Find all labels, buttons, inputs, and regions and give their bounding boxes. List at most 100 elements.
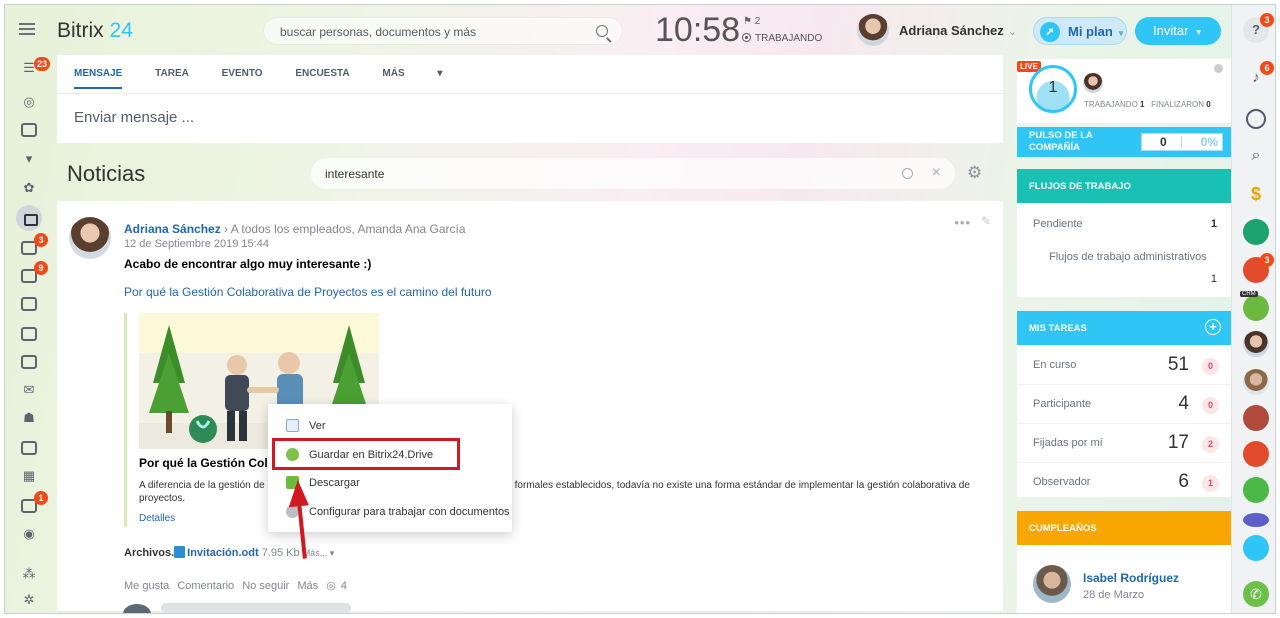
like-button[interactable]: Me gusta [124,580,169,592]
tasks-title[interactable]: MIS TAREAS + [1017,311,1231,345]
gear-icon [286,505,299,518]
tab-event[interactable]: EVENTO [222,68,263,79]
calendar-grid-icon[interactable] [21,297,37,311]
feed-post: Adriana Sánchez › A todos los empleados,… [57,201,1003,613]
online-counter: 1 [1029,65,1077,113]
views-count: ◎ 4 [326,580,347,592]
tasks-icon[interactable] [1243,405,1269,431]
feed-filter-input[interactable]: interesante × [311,158,955,189]
tab-task[interactable]: TAREA [155,68,189,79]
user-avatar[interactable] [857,14,889,46]
help-icon[interactable] [1214,64,1223,73]
details-link[interactable]: Detalles [139,513,175,524]
calendar-icon[interactable] [21,123,37,137]
settings-icon[interactable]: ✲ [21,593,37,607]
lock-icon[interactable] [1243,219,1269,245]
task-row-set-by-me[interactable]: Fijadas por mí 17 2 [1017,425,1231,463]
post-date[interactable]: 12 de Septiembre 2019 15:44 [124,238,269,250]
search-input[interactable]: buscar personas, documentos y más [263,17,623,45]
sitemap-icon[interactable]: ⁂ [21,567,37,581]
dollar-icon[interactable]: $ [1243,181,1269,207]
admin-workflows-value: 1 [1210,273,1217,285]
preview-title[interactable]: Por qué la Gestión Colab [139,456,282,470]
nav-badge: 9 [34,261,48,275]
clock[interactable]: 10:58 [655,11,740,50]
search-icon[interactable]: ⌕ [1243,143,1269,169]
birthday-name[interactable]: Isabel Rodríguez [1083,571,1179,585]
cart-icon[interactable]: ▾ [21,152,37,166]
logo[interactable]: Bitrix 24 [57,19,133,43]
flag-counter[interactable]: ⚑ 2 [743,16,760,27]
task-row-observer[interactable]: Observador 6 1 [1017,464,1231,502]
screen-share-icon[interactable] [1243,535,1269,561]
contact-avatar[interactable] [1243,369,1269,395]
app-window: Bitrix 24 buscar personas, documentos y … [4,4,1276,614]
birthdays-card: CUMPLEAÑOS Isabel Rodríguez 28 de Marzo [1017,511,1231,613]
avatar[interactable] [1083,73,1103,93]
birthdays-title[interactable]: CUMPLEAÑOS [1017,511,1231,545]
tab-more[interactable]: MÁS ▾ [382,68,442,79]
more-icon[interactable]: ••• [954,215,971,230]
calendar-icon[interactable] [1243,513,1269,527]
post-link[interactable]: Por qué la Gestión Colaborativa de Proye… [124,285,492,299]
author-avatar[interactable] [69,217,111,259]
users-icon[interactable] [1243,477,1269,503]
crm-icon[interactable] [1243,295,1269,321]
work-status[interactable]: TRABAJANDO [742,33,822,44]
puzzle-icon[interactable]: ✿ [21,181,37,195]
flag-icon: ⚑ [743,16,752,27]
message-input[interactable]: Enviar mensaje ... [74,109,194,126]
more-button[interactable]: Más [297,580,318,592]
contacts-icon[interactable] [21,441,37,455]
user-icon[interactable] [1243,441,1269,467]
pending-label[interactable]: Pendiente [1033,218,1083,230]
drive-icon[interactable] [21,355,37,369]
file-size: 7.95 Kb [261,547,300,559]
tab-message[interactable]: MENSAJE [74,68,123,89]
close-icon[interactable]: × [932,164,941,182]
comment-button[interactable]: Comentario [177,580,234,592]
phone-icon[interactable]: ✆ [1243,581,1269,607]
menu-item-download[interactable]: Descargar [286,476,360,489]
add-task-icon[interactable]: + [1205,319,1221,335]
apps-grid-icon[interactable]: ▦ [21,469,37,483]
author-link[interactable]: Adriana Sánchez [124,222,221,236]
task-row-in-progress[interactable]: En curso 51 0 [1017,347,1231,385]
nav-badge: 23 [34,57,51,71]
pin-icon[interactable]: ✎ [981,214,991,228]
chevron-down-icon: ⌄ [1007,26,1017,38]
more-circle-icon[interactable]: ◉ [21,527,37,541]
unfollow-button[interactable]: No seguir [242,580,289,592]
invite-button[interactable]: Invitar ▾ [1135,17,1221,45]
mail-icon[interactable]: ✉ [21,383,37,397]
file-link[interactable]: Invitación.odt [187,547,259,559]
birthday-avatar[interactable] [1033,565,1071,603]
pending-value: 1 [1210,218,1217,230]
eye-icon: ◎ [326,580,336,592]
workflows-title[interactable]: FLUJOS DE TRABAJO [1017,169,1231,203]
groups-icon[interactable]: ☗ [21,411,37,425]
admin-workflows-label[interactable]: Flujos de trabajo administrativos [1049,251,1207,263]
download-icon [286,476,299,489]
search-icon[interactable] [902,168,913,179]
my-plan-button[interactable]: ➚ Mi plan ▾ [1033,17,1127,45]
menu-item-view[interactable]: Ver [286,419,326,432]
timeman-card[interactable]: LIVE 1 TRABAJANDO 1 FINALIZARON 0 [1017,59,1231,123]
document-icon[interactable] [21,327,37,341]
news-feed-icon[interactable] [16,205,42,231]
tab-poll[interactable]: ENCUESTA [295,68,349,79]
contact-avatar[interactable] [1243,331,1269,357]
task-row-participant[interactable]: Participante 4 0 [1017,386,1231,424]
page-title: Noticias [67,161,146,186]
user-menu[interactable]: Adriana Sánchez ⌄ [899,23,1017,38]
rocket-icon: ➚ [1040,22,1060,42]
target-icon[interactable]: ◎ [21,95,37,109]
chevron-down-icon: ▾ [1118,28,1124,38]
messages-icon[interactable] [1246,109,1266,129]
menu-item-configure[interactable]: Configurar para trabajar con documentos [286,505,510,518]
gear-icon[interactable]: ⚙ [967,163,982,183]
file-more-button[interactable]: Más... ▾ [303,548,335,558]
company-pulse[interactable]: PULSO DE LA COMPAÑÍA 0 0% [1017,127,1231,157]
recipients[interactable]: A todos los empleados, Amanda Ana García [231,222,466,236]
menu-icon[interactable] [19,23,35,35]
